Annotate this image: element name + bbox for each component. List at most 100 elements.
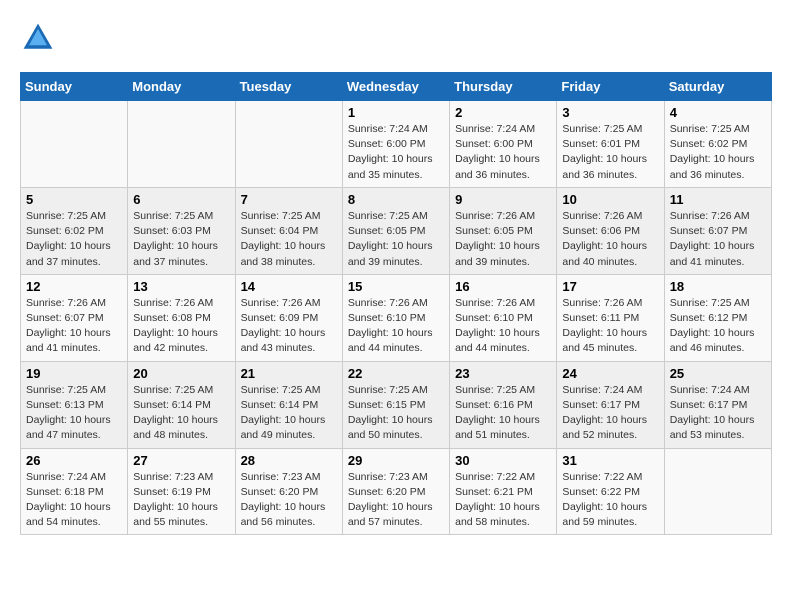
header-cell-monday: Monday [128, 73, 235, 101]
calendar-table: SundayMondayTuesdayWednesdayThursdayFrid… [20, 72, 772, 535]
calendar-body: 1 Sunrise: 7:24 AM Sunset: 6:00 PM Daylig… [21, 101, 772, 535]
day-number: 12 [26, 279, 122, 294]
day-number: 11 [670, 192, 766, 207]
day-cell: 16 Sunrise: 7:26 AM Sunset: 6:10 PM Dayli… [450, 274, 557, 361]
day-info: Sunrise: 7:25 AM Sunset: 6:02 PM Dayligh… [670, 122, 766, 183]
day-info: Sunrise: 7:25 AM Sunset: 6:04 PM Dayligh… [241, 209, 337, 270]
day-info: Sunrise: 7:25 AM Sunset: 6:05 PM Dayligh… [348, 209, 444, 270]
day-info: Sunrise: 7:26 AM Sunset: 6:05 PM Dayligh… [455, 209, 551, 270]
day-number: 23 [455, 366, 551, 381]
day-info: Sunrise: 7:25 AM Sunset: 6:01 PM Dayligh… [562, 122, 658, 183]
day-info: Sunrise: 7:26 AM Sunset: 6:07 PM Dayligh… [670, 209, 766, 270]
day-info: Sunrise: 7:24 AM Sunset: 6:17 PM Dayligh… [670, 383, 766, 444]
day-cell: 10Sunrise: 7:26 AM Sunset: 6:06 PM Dayli… [557, 187, 664, 274]
day-cell: 18 Sunrise: 7:25 AM Sunset: 6:12 PM Dayli… [664, 274, 771, 361]
day-info: Sunrise: 7:25 AM Sunset: 6:02 PM Dayligh… [26, 209, 122, 270]
day-number: 16 [455, 279, 551, 294]
header-cell-tuesday: Tuesday [235, 73, 342, 101]
day-info: Sunrise: 7:24 AM Sunset: 6:18 PM Dayligh… [26, 470, 122, 531]
day-cell: 29 Sunrise: 7:23 AM Sunset: 6:20 PM Dayli… [342, 448, 449, 535]
day-cell: 6 Sunrise: 7:25 AM Sunset: 6:03 PM Daylig… [128, 187, 235, 274]
day-number: 30 [455, 453, 551, 468]
day-number: 21 [241, 366, 337, 381]
day-info: Sunrise: 7:25 AM Sunset: 6:12 PM Dayligh… [670, 296, 766, 357]
day-number: 18 [670, 279, 766, 294]
day-cell: 19 Sunrise: 7:25 AM Sunset: 6:13 PM Dayli… [21, 361, 128, 448]
day-info: Sunrise: 7:24 AM Sunset: 6:17 PM Dayligh… [562, 383, 658, 444]
day-number: 25 [670, 366, 766, 381]
day-cell: 7 Sunrise: 7:25 AM Sunset: 6:04 PM Daylig… [235, 187, 342, 274]
day-info: Sunrise: 7:25 AM Sunset: 6:16 PM Dayligh… [455, 383, 551, 444]
day-number: 26 [26, 453, 122, 468]
day-cell: 12 Sunrise: 7:26 AM Sunset: 6:07 PM Dayli… [21, 274, 128, 361]
day-info: Sunrise: 7:26 AM Sunset: 6:10 PM Dayligh… [455, 296, 551, 357]
day-info: Sunrise: 7:24 AM Sunset: 6:00 PM Dayligh… [348, 122, 444, 183]
day-number: 28 [241, 453, 337, 468]
day-cell: 28 Sunrise: 7:23 AM Sunset: 6:20 PM Dayli… [235, 448, 342, 535]
day-info: Sunrise: 7:25 AM Sunset: 6:13 PM Dayligh… [26, 383, 122, 444]
day-info: Sunrise: 7:26 AM Sunset: 6:08 PM Dayligh… [133, 296, 229, 357]
day-number: 8 [348, 192, 444, 207]
day-number: 13 [133, 279, 229, 294]
day-info: Sunrise: 7:22 AM Sunset: 6:22 PM Dayligh… [562, 470, 658, 531]
day-info: Sunrise: 7:25 AM Sunset: 6:15 PM Dayligh… [348, 383, 444, 444]
day-cell [128, 101, 235, 188]
day-cell: 14Sunrise: 7:26 AM Sunset: 6:09 PM Dayli… [235, 274, 342, 361]
day-info: Sunrise: 7:25 AM Sunset: 6:03 PM Dayligh… [133, 209, 229, 270]
day-info: Sunrise: 7:23 AM Sunset: 6:20 PM Dayligh… [348, 470, 444, 531]
day-cell: 31 Sunrise: 7:22 AM Sunset: 6:22 PM Dayli… [557, 448, 664, 535]
day-cell: 9 Sunrise: 7:26 AM Sunset: 6:05 PM Daylig… [450, 187, 557, 274]
day-number: 27 [133, 453, 229, 468]
day-number: 9 [455, 192, 551, 207]
day-cell: 8 Sunrise: 7:25 AM Sunset: 6:05 PM Daylig… [342, 187, 449, 274]
day-number: 31 [562, 453, 658, 468]
day-number: 7 [241, 192, 337, 207]
day-cell: 24 Sunrise: 7:24 AM Sunset: 6:17 PM Dayli… [557, 361, 664, 448]
day-info: Sunrise: 7:25 AM Sunset: 6:14 PM Dayligh… [241, 383, 337, 444]
day-info: Sunrise: 7:23 AM Sunset: 6:19 PM Dayligh… [133, 470, 229, 531]
day-info: Sunrise: 7:26 AM Sunset: 6:11 PM Dayligh… [562, 296, 658, 357]
day-cell: 17Sunrise: 7:26 AM Sunset: 6:11 PM Dayli… [557, 274, 664, 361]
day-number: 19 [26, 366, 122, 381]
day-number: 1 [348, 105, 444, 120]
page-header [20, 20, 772, 56]
day-number: 3 [562, 105, 658, 120]
day-cell: 21 Sunrise: 7:25 AM Sunset: 6:14 PM Dayli… [235, 361, 342, 448]
week-row-3: 12 Sunrise: 7:26 AM Sunset: 6:07 PM Dayli… [21, 274, 772, 361]
day-number: 6 [133, 192, 229, 207]
day-number: 24 [562, 366, 658, 381]
day-info: Sunrise: 7:26 AM Sunset: 6:07 PM Dayligh… [26, 296, 122, 357]
day-cell: 30 Sunrise: 7:22 AM Sunset: 6:21 PM Dayli… [450, 448, 557, 535]
day-info: Sunrise: 7:22 AM Sunset: 6:21 PM Dayligh… [455, 470, 551, 531]
day-number: 29 [348, 453, 444, 468]
day-cell: 5 Sunrise: 7:25 AM Sunset: 6:02 PM Daylig… [21, 187, 128, 274]
day-cell: 11 Sunrise: 7:26 AM Sunset: 6:07 PM Dayli… [664, 187, 771, 274]
logo-icon [20, 20, 56, 56]
day-cell: 2Sunrise: 7:24 AM Sunset: 6:00 PM Daylig… [450, 101, 557, 188]
header-cell-friday: Friday [557, 73, 664, 101]
day-cell [664, 448, 771, 535]
day-cell: 13 Sunrise: 7:26 AM Sunset: 6:08 PM Dayli… [128, 274, 235, 361]
day-cell: 25 Sunrise: 7:24 AM Sunset: 6:17 PM Dayli… [664, 361, 771, 448]
header-cell-sunday: Sunday [21, 73, 128, 101]
day-cell: 20 Sunrise: 7:25 AM Sunset: 6:14 PM Dayli… [128, 361, 235, 448]
day-number: 20 [133, 366, 229, 381]
header-cell-thursday: Thursday [450, 73, 557, 101]
day-cell: 4 Sunrise: 7:25 AM Sunset: 6:02 PM Daylig… [664, 101, 771, 188]
day-info: Sunrise: 7:26 AM Sunset: 6:06 PM Dayligh… [562, 209, 658, 270]
day-number: 5 [26, 192, 122, 207]
header-row: SundayMondayTuesdayWednesdayThursdayFrid… [21, 73, 772, 101]
day-cell: 26 Sunrise: 7:24 AM Sunset: 6:18 PM Dayli… [21, 448, 128, 535]
day-info: Sunrise: 7:23 AM Sunset: 6:20 PM Dayligh… [241, 470, 337, 531]
day-info: Sunrise: 7:26 AM Sunset: 6:10 PM Dayligh… [348, 296, 444, 357]
header-cell-wednesday: Wednesday [342, 73, 449, 101]
logo [20, 20, 58, 56]
day-cell: 22 Sunrise: 7:25 AM Sunset: 6:15 PM Dayli… [342, 361, 449, 448]
day-info: Sunrise: 7:25 AM Sunset: 6:14 PM Dayligh… [133, 383, 229, 444]
day-number: 22 [348, 366, 444, 381]
day-cell: 23 Sunrise: 7:25 AM Sunset: 6:16 PM Dayli… [450, 361, 557, 448]
day-cell [235, 101, 342, 188]
day-number: 15 [348, 279, 444, 294]
day-cell [21, 101, 128, 188]
day-number: 4 [670, 105, 766, 120]
